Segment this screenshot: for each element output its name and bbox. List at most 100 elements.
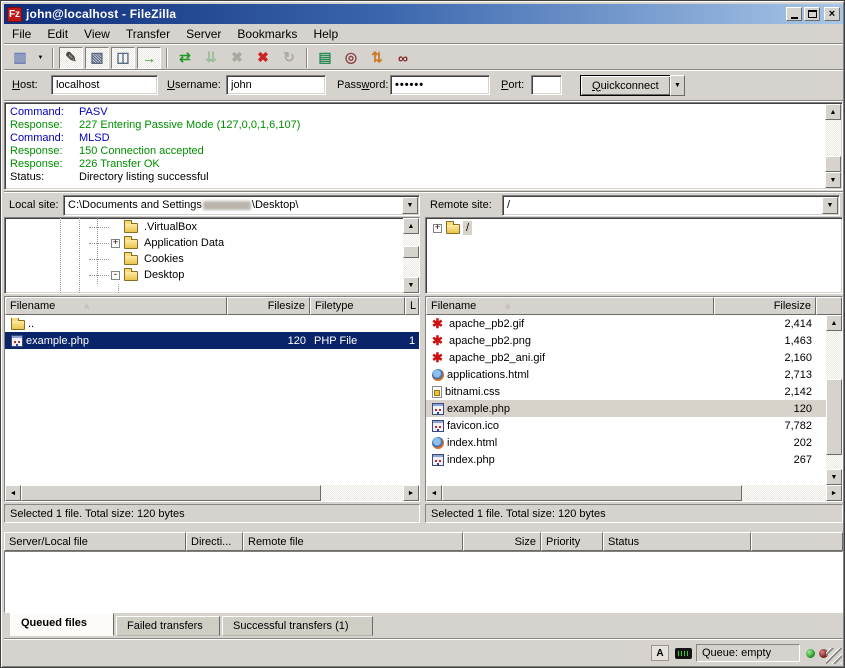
toolbar-button[interactable]: ▤ (313, 47, 337, 69)
toolbar-button[interactable]: ✖ (225, 47, 249, 69)
menu-item[interactable]: Bookmarks (229, 25, 305, 43)
tree-item[interactable]: / (426, 220, 842, 236)
column-header-filetype[interactable]: Filetype (310, 297, 405, 315)
message-log[interactable]: Command: PASV Response: 227 Entering Pas… (4, 102, 843, 190)
toolbar-button[interactable]: ✎ (59, 47, 83, 69)
column-header-lastmodified[interactable]: L (405, 297, 419, 315)
tree-expander[interactable] (111, 239, 120, 248)
file-row[interactable]: example.php 120 PHP File 1 (5, 332, 419, 349)
tree-item[interactable]: .VirtualBox (5, 219, 419, 235)
file-row[interactable]: apache_pb2.png 1,463 (426, 332, 826, 349)
menu-item[interactable]: Edit (39, 25, 76, 43)
toolbar-button[interactable] (306, 48, 308, 68)
toolbar-button[interactable]: ✖ (251, 47, 275, 69)
maximize-button[interactable] (804, 7, 820, 21)
scroll-track[interactable] (742, 485, 826, 501)
pane-splitter[interactable] (4, 191, 843, 193)
toolbar-button[interactable] (52, 48, 54, 68)
toolbar-button[interactable]: ▧ (85, 47, 109, 69)
scroll-thumb[interactable] (826, 379, 842, 455)
tree-item[interactable]: Application Data (5, 235, 419, 251)
toolbar-button[interactable]: ⇅ (365, 47, 389, 69)
file-row[interactable]: favicon.ico 7,782 (426, 417, 826, 434)
resize-grip[interactable] (826, 648, 842, 664)
local-directory-tree[interactable]: .VirtualBox Application Data Cookies Des… (4, 217, 420, 294)
toolbar-button[interactable]: ⇄ (173, 47, 197, 69)
file-row[interactable]: example.php 120 (426, 400, 826, 417)
menu-item[interactable]: Help (305, 25, 346, 43)
quickconnect-button[interactable]: Quickconnect (580, 75, 671, 96)
file-row[interactable]: apache_pb2_ani.gif 2,160 (426, 349, 826, 366)
scroll-left-button[interactable]: ◄ (5, 485, 21, 501)
username-input[interactable] (226, 75, 326, 95)
column-header-remote-file[interactable]: Remote file (243, 532, 463, 551)
scroll-down-button[interactable]: ▼ (825, 172, 841, 188)
menu-item[interactable]: Server (178, 25, 229, 43)
toolbar-button[interactable]: ▼ (34, 47, 47, 69)
scroll-up-button[interactable]: ▲ (403, 218, 419, 234)
queue-tab[interactable]: Queued files (10, 613, 114, 636)
toolbar-button[interactable]: ▥ (8, 47, 32, 69)
scroll-down-button[interactable]: ▼ (826, 469, 842, 485)
local-tree-scrollbar[interactable]: ▲ ▼ (403, 218, 419, 293)
column-header-size[interactable]: Size (463, 532, 541, 551)
toolbar-button[interactable]: ◫ (111, 47, 135, 69)
host-input[interactable] (51, 75, 158, 95)
column-header-priority[interactable]: Priority (541, 532, 603, 551)
scroll-track[interactable] (321, 485, 403, 501)
scroll-thumb[interactable] (21, 485, 321, 501)
scroll-thumb[interactable] (825, 156, 841, 172)
file-row[interactable]: index.php 267 (426, 451, 826, 468)
toolbar-button[interactable]: ◎ (339, 47, 363, 69)
menu-item[interactable]: View (76, 25, 118, 43)
scroll-up-button[interactable]: ▲ (826, 315, 842, 331)
column-header-status[interactable]: Status (603, 532, 751, 551)
title-bar[interactable]: Fz john@localhost - FileZilla × (4, 4, 843, 24)
log-vertical-scrollbar[interactable]: ▲ ▼ (825, 104, 841, 188)
file-row[interactable]: bitnami.css 2,142 (426, 383, 826, 400)
toolbar-button[interactable]: ⇊ (199, 47, 223, 69)
close-button[interactable]: × (824, 7, 840, 21)
local-site-dropdown-button[interactable]: ▼ (402, 197, 418, 214)
tree-item[interactable]: Desktop (5, 267, 419, 283)
column-header-filename[interactable]: Filename▲ (426, 297, 714, 315)
menu-item[interactable]: File (4, 25, 39, 43)
port-input[interactable] (531, 75, 562, 95)
speed-limit-icon[interactable] (675, 648, 692, 659)
local-horizontal-scrollbar[interactable]: ◄ ► (5, 485, 419, 501)
remote-site-path-combobox[interactable]: / ▼ (502, 195, 840, 216)
queue-tab[interactable]: Successful transfers (1) (222, 616, 373, 636)
local-site-path-combobox[interactable]: C:\Documents and Settings\Desktop\ ▼ (63, 195, 420, 216)
queue-tab[interactable]: Failed transfers (116, 616, 220, 636)
scroll-left-button[interactable]: ◄ (426, 485, 442, 501)
remote-vertical-scrollbar[interactable]: ▲ ▼ (826, 315, 842, 485)
toolbar-button[interactable] (166, 48, 168, 68)
tree-expander[interactable] (111, 271, 120, 280)
remote-directory-tree[interactable]: / (425, 217, 843, 294)
column-header-direction[interactable]: Directi... (186, 532, 243, 551)
column-header-filesize[interactable]: Filesize (714, 297, 816, 315)
minimize-button[interactable] (786, 7, 802, 21)
tree-item[interactable]: Cookies (5, 251, 419, 267)
scroll-thumb[interactable] (442, 485, 742, 501)
file-row[interactable]: index.html 202 (426, 434, 826, 451)
scroll-up-button[interactable]: ▲ (825, 104, 841, 120)
column-header-filename[interactable]: Filename▲ (5, 297, 227, 315)
scroll-thumb[interactable] (403, 246, 419, 258)
menu-item[interactable]: Transfer (118, 25, 178, 43)
quickconnect-dropdown-button[interactable]: ▼ (670, 75, 685, 96)
scroll-right-button[interactable]: ► (403, 485, 419, 501)
remote-file-list[interactable]: Filename▲ Filesize apache_pb2.gif 2,414 … (425, 296, 843, 502)
file-row[interactable]: applications.html 2,713 (426, 366, 826, 383)
file-row[interactable]: apache_pb2.gif 2,414 (426, 315, 826, 332)
scroll-right-button[interactable]: ► (826, 485, 842, 501)
tree-expander[interactable] (433, 224, 442, 233)
password-input[interactable] (390, 75, 490, 95)
toolbar-button[interactable]: ↻ (277, 47, 301, 69)
scroll-down-button[interactable]: ▼ (403, 277, 419, 293)
local-file-list[interactable]: Filename▲ Filesize Filetype L .. example… (4, 296, 420, 502)
toolbar-button[interactable]: → (137, 47, 161, 69)
transfer-queue-list[interactable] (4, 551, 843, 613)
column-header-server-local-file[interactable]: Server/Local file (4, 532, 186, 551)
column-header-filesize[interactable]: Filesize (227, 297, 310, 315)
